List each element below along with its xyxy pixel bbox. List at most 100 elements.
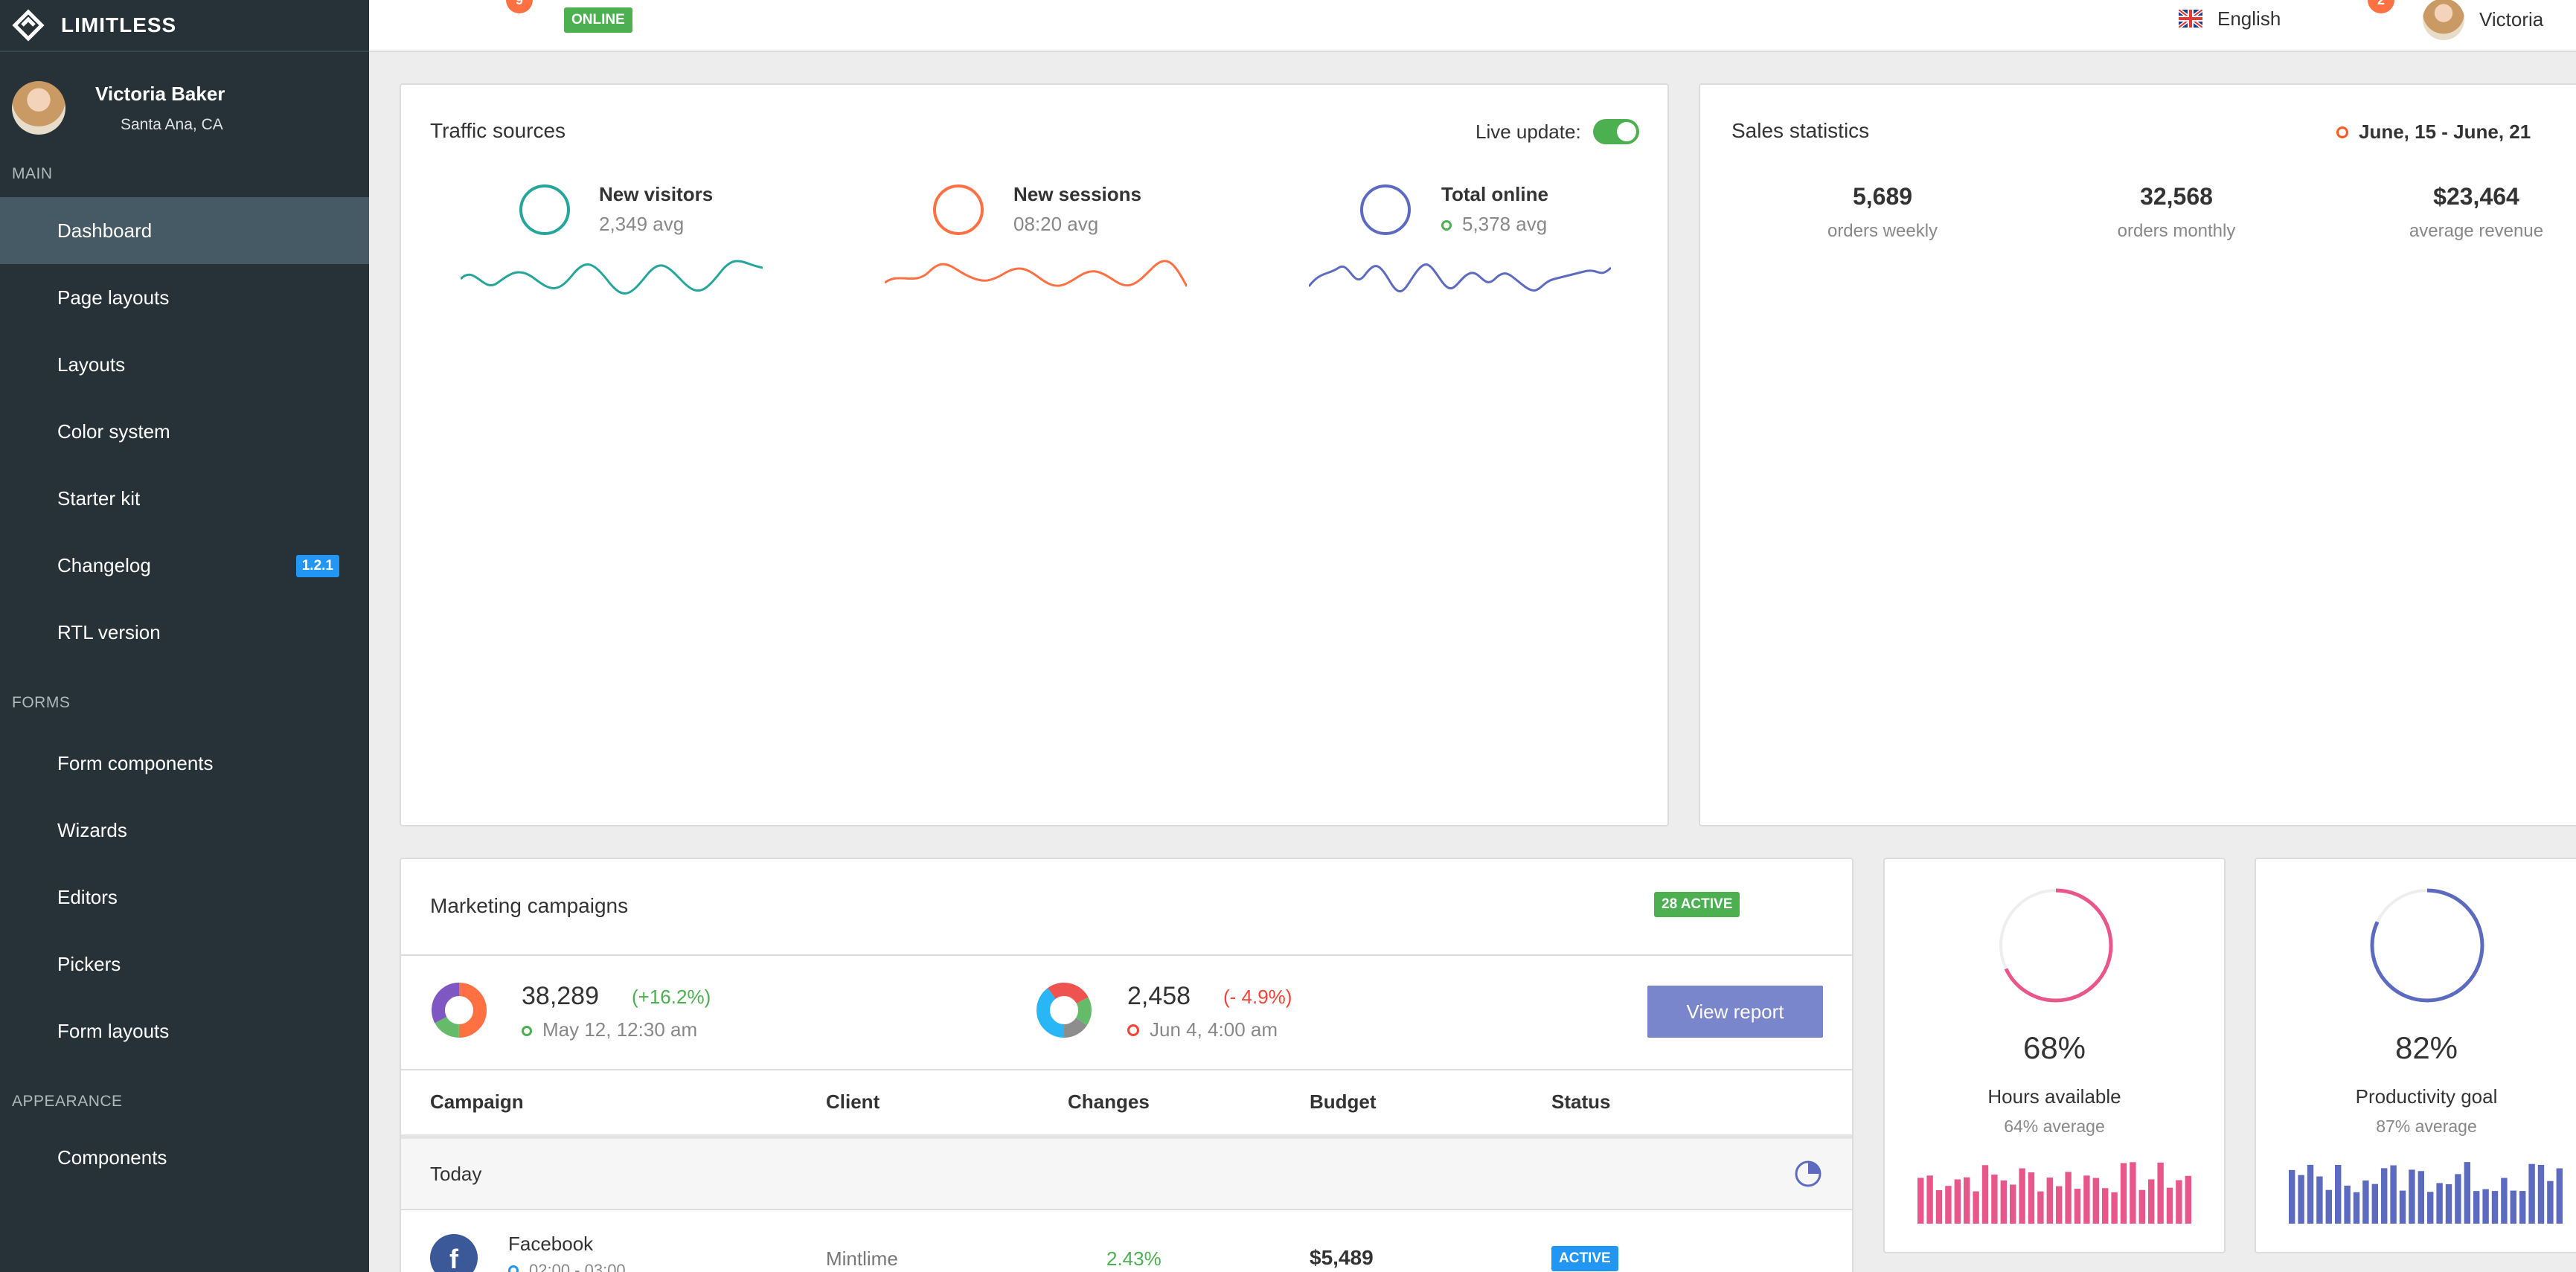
date-range-label: June, 15 - June, 21 — [2359, 121, 2531, 143]
new-sessions-sparkline — [885, 260, 1187, 287]
mini-bar — [2037, 1191, 2044, 1224]
card-title: Traffic sources — [430, 119, 566, 142]
status-dot-icon — [522, 1026, 532, 1036]
mini-bar — [2464, 1162, 2470, 1224]
mini-bar — [1954, 1179, 1961, 1224]
sidebar-item-label: Components — [57, 1146, 167, 1169]
messages-count-badge[interactable]: 2 — [2368, 0, 2394, 13]
column-header-changes[interactable]: Changes — [1068, 1090, 1150, 1114]
total-online-sparkline — [1309, 263, 1611, 293]
user-menu[interactable]: Victoria — [2423, 0, 2543, 40]
sidebar-item-dashboard[interactable]: Dashboard — [0, 197, 369, 264]
sidebar-item-layouts[interactable]: Layouts — [0, 331, 369, 398]
avatar — [12, 81, 65, 135]
gauge-percent: 82% — [2394, 1030, 2458, 1065]
pie-chart-icon[interactable] — [1794, 1160, 1822, 1188]
summary-value: 38,289 — [522, 982, 599, 1010]
time-dot-icon — [508, 1265, 519, 1272]
divider — [401, 954, 1852, 956]
sales-value: 32,568 — [2140, 183, 2213, 210]
summary-change: (- 4.9%) — [1223, 986, 1292, 1008]
mini-bar — [2019, 1168, 2025, 1224]
sidebar-item-form-layouts[interactable]: Form layouts — [0, 998, 369, 1064]
status-badge[interactable]: ACTIVE — [1551, 1246, 1618, 1271]
notification-count-badge[interactable]: 9 — [506, 0, 533, 13]
sidebar-item-label: Page layouts — [57, 286, 170, 309]
productivity-goal-card: 82% Productivity goal 87% average — [2255, 858, 2576, 1253]
sidebar-item-components[interactable]: Components — [0, 1124, 369, 1191]
mini-bar — [2102, 1188, 2109, 1224]
sidebar-item-rtl-version[interactable]: RTL version — [0, 599, 369, 666]
mini-bar — [2473, 1191, 2480, 1224]
summary-date-text: May 12, 12:30 am — [542, 1018, 698, 1041]
stat-label: New sessions — [1013, 183, 1141, 205]
mini-bar — [2307, 1164, 2314, 1224]
sales-value: 5,689 — [1852, 183, 1913, 210]
sidebar-item-starter-kit[interactable]: Starter kit — [0, 465, 369, 532]
sidebar-item-color-system[interactable]: Color system — [0, 398, 369, 465]
hours-available-card: 68% Hours available 64% average — [1883, 858, 2226, 1253]
mini-bar — [2491, 1191, 2499, 1224]
mini-bar — [1926, 1175, 1933, 1224]
mini-bar — [2166, 1187, 2173, 1224]
sidebar-item-page-layouts[interactable]: Page layouts — [0, 264, 369, 331]
facebook-icon: f — [430, 1234, 478, 1272]
mini-bar — [2316, 1176, 2323, 1224]
mini-bar — [2353, 1192, 2360, 1224]
sidebar-item-label: RTL version — [57, 620, 161, 643]
card-title: Sales statistics — [1731, 119, 1870, 142]
mini-bar — [2157, 1162, 2164, 1224]
mini-bar — [2427, 1192, 2434, 1224]
mini-bar — [2436, 1183, 2443, 1224]
divider — [401, 1069, 1852, 1070]
status-dot-icon — [1127, 1024, 1139, 1036]
sidebar-item-label: Layouts — [57, 353, 126, 376]
mini-bar — [2298, 1175, 2304, 1224]
stat-sub: 5,378 avg — [1441, 213, 1547, 236]
hours-available-bar-chart — [1917, 1162, 2191, 1224]
limitless-logo-icon — [12, 9, 45, 42]
sidebar-item-editors[interactable]: Editors — [0, 864, 369, 931]
table-row[interactable]: f Facebook 02:00 - 03:00 Mintlime 2.43% … — [401, 1210, 1852, 1272]
date-range-picker[interactable]: June, 15 - June, 21 — [2336, 121, 2531, 144]
language-label: English — [2217, 7, 2281, 30]
mini-bar — [2176, 1180, 2182, 1224]
brand-name: LIMITLESS — [61, 13, 177, 36]
change-value: 2.43% — [1106, 1247, 1162, 1270]
column-header-campaign[interactable]: Campaign — [430, 1090, 524, 1114]
new-visitors-ring-icon — [519, 184, 570, 235]
sales-value: $23,464 — [2433, 183, 2519, 210]
active-count-badge: 28 ACTIVE — [1654, 892, 1740, 917]
language-switcher[interactable]: English — [2179, 0, 2281, 37]
mini-bar — [2046, 1178, 2053, 1224]
mini-bar — [1973, 1191, 1979, 1224]
column-header-status[interactable]: Status — [1551, 1090, 1610, 1114]
version-badge: 1.2.1 — [295, 555, 339, 577]
gauge-title: Hours available — [1987, 1085, 2121, 1108]
view-report-button[interactable]: View report — [1647, 986, 1823, 1038]
mini-bar — [2547, 1181, 2554, 1224]
campaign-name[interactable]: Facebook — [508, 1233, 593, 1256]
sidebar-item-label: Color system — [57, 420, 170, 443]
sidebar-profile[interactable]: Victoria Baker Santa Ana, CA — [0, 52, 369, 164]
live-update-toggle[interactable] — [1593, 119, 1639, 144]
sidebar-item-form-components[interactable]: Form components — [0, 730, 369, 797]
productivity-goal-progress-ring — [2370, 888, 2484, 1003]
mini-bar — [2000, 1180, 2007, 1224]
sidebar-item-wizards[interactable]: Wizards — [0, 797, 369, 864]
sidebar-item-pickers[interactable]: Pickers — [0, 931, 369, 998]
mini-bar — [2556, 1168, 2563, 1224]
profile-location: Santa Ana, CA — [121, 115, 223, 133]
mini-bar — [2335, 1165, 2342, 1224]
sidebar-item-changelog[interactable]: Changelog 1.2.1 — [0, 532, 369, 599]
mini-bar — [2083, 1175, 2090, 1224]
nav-heading-forms: FORMS — [12, 694, 71, 711]
column-header-budget[interactable]: Budget — [1310, 1090, 1377, 1114]
mini-bar — [2399, 1190, 2406, 1224]
column-header-client[interactable]: Client — [826, 1090, 880, 1114]
brand[interactable]: LIMITLESS — [0, 0, 369, 52]
mini-bar — [2344, 1185, 2351, 1224]
gauge-percent: 68% — [2022, 1030, 2086, 1065]
mini-bar — [2148, 1179, 2155, 1224]
sales-stat-monthly: 32,568 orders monthly — [2087, 183, 2266, 242]
